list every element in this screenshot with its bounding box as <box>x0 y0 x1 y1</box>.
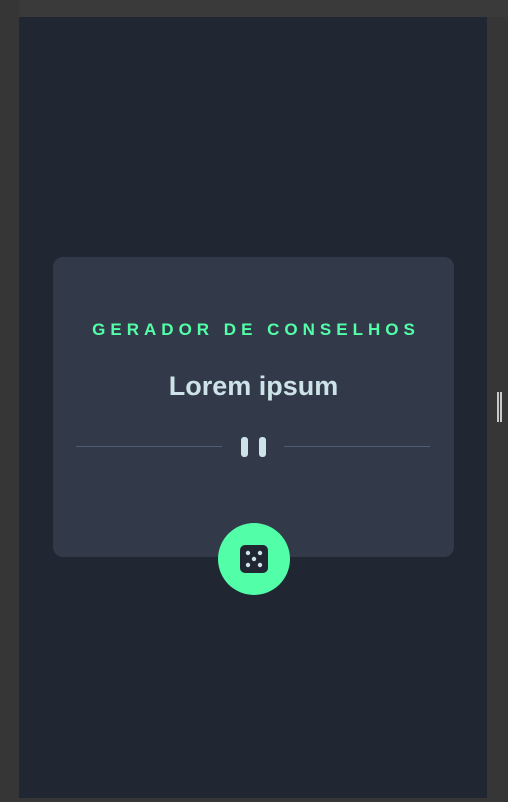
divider-line-left <box>76 446 222 447</box>
generate-advice-button[interactable] <box>218 523 290 595</box>
advice-quote: Lorem ipsum <box>168 371 339 401</box>
dice-icon <box>240 545 268 573</box>
pause-icon <box>241 437 267 457</box>
resize-handle[interactable] <box>497 392 502 422</box>
left-gutter <box>0 0 19 802</box>
divider-line-right <box>284 446 430 447</box>
advice-card: GERADOR DE CONSELHOS Lorem ipsum <box>53 257 454 557</box>
advice-title: GERADOR DE CONSELHOS <box>92 320 420 339</box>
bottom-bar <box>0 798 508 802</box>
window-top-bar <box>0 0 508 17</box>
